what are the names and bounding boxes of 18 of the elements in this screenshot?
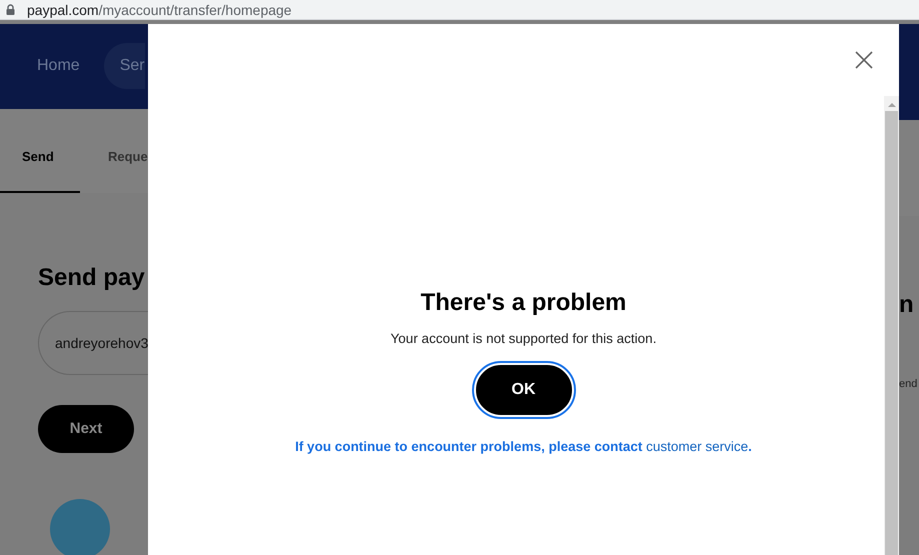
dialog-title: There's a problem xyxy=(420,288,626,318)
nav-link[interactable]: Home xyxy=(37,54,80,78)
close-icon[interactable] xyxy=(855,51,873,69)
lock-icon xyxy=(6,4,15,15)
next-button[interactable]: Next xyxy=(38,405,134,453)
body-text: end xyxy=(899,377,918,392)
page-heading: n xyxy=(899,290,915,320)
customer-service-link[interactable]: customer service xyxy=(646,439,748,454)
scroll-thumb[interactable] xyxy=(885,111,898,555)
dialog-message: Your account is not supported for this action. xyxy=(390,330,656,348)
ok-button[interactable]: OK xyxy=(474,363,574,418)
tab[interactable]: Reque xyxy=(86,123,148,193)
nav-link[interactable]: Ser xyxy=(104,43,145,90)
scrollbar[interactable] xyxy=(884,96,899,555)
page-heading: Send pay xyxy=(38,263,146,293)
url-text: paypal.com/myaccount/transfer/homepage xyxy=(27,2,292,16)
help-text: If you continue to encounter problems, please contact customer service. xyxy=(295,438,752,456)
address-bar[interactable]: paypal.com/myaccount/transfer/homepage xyxy=(0,0,919,20)
